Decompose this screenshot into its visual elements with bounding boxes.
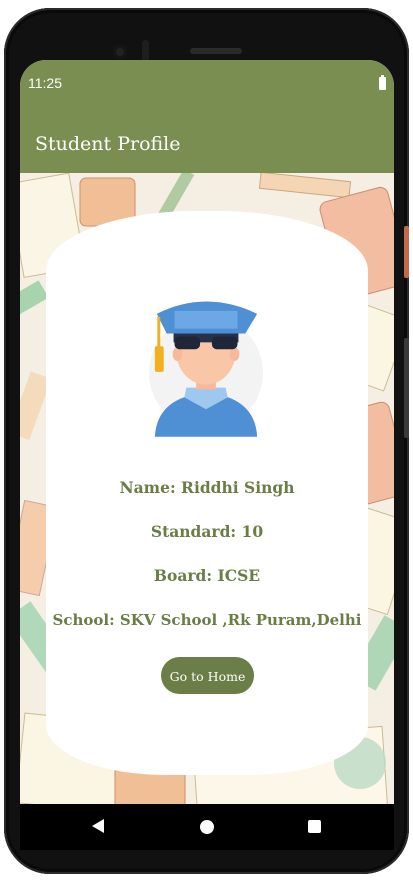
navigation-bar [20,804,394,850]
page-title: Student Profile [35,133,181,155]
earpiece-speaker [190,48,242,54]
student-board: Board: ICSE [153,566,261,585]
student-name: Name: Riddhi Singh [119,478,295,497]
battery-icon [379,75,386,90]
go-to-home-button[interactable]: Go to Home [161,657,254,694]
power-button[interactable] [404,226,409,278]
student-school: School: SKV School ,Rk Puram,Delhi [52,611,362,629]
student-standard: Standard: 10 [150,522,264,541]
app-bar: Student Profile [20,102,394,173]
status-bar: 11:25 [20,60,394,102]
status-time: 11:25 [28,75,62,91]
student-avatar-icon [148,301,264,437]
profile-content: Name: Riddhi Singh Standard: 10 Board: I… [20,173,394,804]
recents-icon[interactable] [308,820,321,833]
volume-button[interactable] [404,338,409,438]
home-icon[interactable] [200,820,214,834]
front-camera [113,45,127,59]
app-screen: 11:25 Student Profile Name: Riddhi Singh… [20,60,394,804]
proximity-sensor [142,40,149,62]
back-icon[interactable] [92,819,104,833]
